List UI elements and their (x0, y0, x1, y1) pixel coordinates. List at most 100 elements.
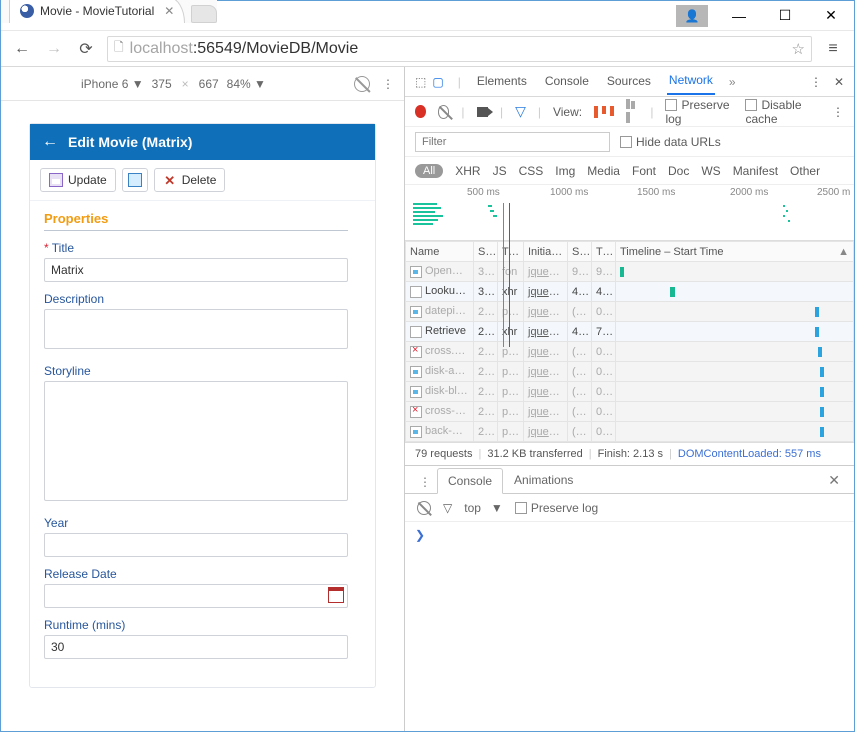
table-row[interactable]: disk-black-…200pn…jquery…(fr…0 … (406, 382, 854, 402)
delete-icon: ✕ (163, 173, 177, 187)
table-row[interactable]: cross.png200pn…jquery…(fr…0 … (406, 342, 854, 362)
storyline-label: Storyline (44, 364, 361, 378)
storyline-input[interactable] (44, 381, 348, 501)
hide-data-urls-checkbox[interactable]: Hide data URLs (620, 135, 721, 149)
table-row[interactable]: OpenSansIt…304fonjquery…95…9 … (406, 262, 854, 282)
type-css[interactable]: CSS (519, 164, 544, 178)
back-arrow-icon[interactable]: ← (42, 133, 58, 151)
tab-sources[interactable]: Sources (605, 70, 653, 94)
type-media[interactable]: Media (587, 164, 620, 178)
console-prompt[interactable]: ❯ (405, 522, 854, 548)
col-size[interactable]: Si… (568, 242, 592, 262)
table-row[interactable]: datepicker-…200pn…jquery…(fr…0 … (406, 302, 854, 322)
type-ws[interactable]: WS (701, 164, 720, 178)
type-font[interactable]: Font (632, 164, 656, 178)
type-all[interactable]: All (415, 164, 443, 178)
table-row[interactable]: Lookup.Ad…304xhrjquery…44…4 … (406, 282, 854, 302)
console-filter-icon[interactable]: ▽ (443, 501, 452, 515)
type-xhr[interactable]: XHR (455, 164, 480, 178)
window-titlebar: Movie - MovieTutorial ✕ 👤 — ☐ ✕ (1, 1, 854, 31)
address-bar: ← → ⟳ 🗋 localhost:56549/MovieDB/Movie ☆ … (1, 31, 854, 67)
maximize-button[interactable]: ☐ (762, 1, 808, 31)
devtools-close-icon[interactable]: ✕ (834, 75, 844, 89)
tab-elements[interactable]: Elements (475, 70, 529, 94)
network-table[interactable]: Name St… Ty… Initiat… Si… Ti… Timeline –… (405, 241, 854, 442)
bookmark-icon[interactable]: ☆ (792, 40, 805, 58)
device-zoom[interactable]: 84% ▼ (227, 77, 266, 91)
preserve-log-checkbox[interactable]: Preserve log (665, 98, 733, 126)
col-name[interactable]: Name (406, 242, 474, 262)
save-icon (49, 173, 63, 187)
description-label: Description (44, 292, 361, 306)
back-button[interactable]: ← (11, 38, 33, 60)
device-select[interactable]: iPhone 6 ▼ (81, 77, 144, 91)
tab-network[interactable]: Network (667, 69, 715, 95)
undo-button[interactable] (122, 168, 148, 192)
favicon-icon (20, 4, 34, 18)
type-img[interactable]: Img (555, 164, 575, 178)
page-info-icon[interactable]: 🗋 (114, 38, 124, 59)
drawer-menu-icon[interactable]: ⋮ (413, 471, 437, 493)
card-title: Edit Movie (Matrix) (68, 134, 192, 150)
table-row[interactable]: cross-script…200pn…jquery…(fr…0 … (406, 402, 854, 422)
table-row[interactable]: back-arrow…200pn…jquery…(fr…0 … (406, 422, 854, 442)
update-button[interactable]: Update (40, 168, 116, 192)
releasedate-label: Release Date (44, 567, 361, 581)
clear-button[interactable] (438, 105, 450, 119)
runtime-input[interactable] (44, 635, 348, 659)
drawer-tab-console[interactable]: Console (437, 468, 503, 494)
screenshot-icon[interactable] (477, 107, 488, 117)
col-status[interactable]: St… (474, 242, 498, 262)
console-clear-icon[interactable] (417, 501, 431, 515)
close-window-button[interactable]: ✕ (808, 1, 854, 31)
year-input[interactable] (44, 533, 348, 557)
tab-console[interactable]: Console (543, 70, 591, 94)
device-height[interactable]: 667 (199, 77, 219, 91)
col-time[interactable]: Ti… (592, 242, 616, 262)
reload-button[interactable]: ⟳ (75, 38, 97, 60)
drawer-close-icon[interactable]: ✕ (822, 468, 846, 493)
rotate-icon[interactable] (354, 76, 370, 92)
new-tab-button[interactable] (191, 5, 217, 23)
tab-close-icon[interactable]: ✕ (164, 4, 174, 18)
overview-icon[interactable] (626, 98, 638, 126)
large-rows-icon[interactable] (594, 106, 614, 118)
col-type[interactable]: Ty… (498, 242, 524, 262)
minimize-button[interactable]: — (716, 1, 762, 31)
forward-button[interactable]: → (43, 38, 65, 60)
table-row[interactable]: disk-arrow-…200pn…jquery…(fr…0 … (406, 362, 854, 382)
console-preserve-checkbox[interactable]: Preserve log (515, 501, 598, 515)
network-menu-icon[interactable]: ⋮ (832, 105, 844, 119)
releasedate-input[interactable] (44, 584, 348, 608)
type-doc[interactable]: Doc (668, 164, 689, 178)
devtools-menu-icon[interactable]: ⋮ (810, 75, 822, 89)
delete-button[interactable]: ✕ Delete (154, 168, 226, 192)
chrome-menu-button[interactable]: ≡ (822, 38, 844, 60)
console-context-select[interactable]: top ▼ (464, 501, 503, 515)
type-js[interactable]: JS (493, 164, 507, 178)
timeline-overview[interactable]: 500 ms 1000 ms 1500 ms 2000 ms 2500 m (405, 185, 854, 241)
filter-toggle-icon[interactable]: ▽ (515, 103, 526, 120)
browser-tab[interactable]: Movie - MovieTutorial ✕ (9, 0, 185, 23)
device-menu-icon[interactable]: ⋮ (382, 77, 394, 91)
description-input[interactable] (44, 309, 348, 349)
device-width[interactable]: 375 (152, 77, 172, 91)
inspect-icon[interactable]: ⬚ (415, 75, 426, 89)
url-input[interactable]: 🗋 localhost:56549/MovieDB/Movie ☆ (107, 36, 812, 62)
chrome-user-icon[interactable]: 👤 (676, 5, 708, 27)
more-tabs-icon[interactable]: » (729, 75, 736, 89)
year-label: Year (44, 516, 361, 530)
type-manifest[interactable]: Manifest (733, 164, 778, 178)
record-button[interactable] (415, 105, 426, 118)
col-timeline[interactable]: Timeline – Start Time▲ (616, 242, 854, 262)
network-filter-input[interactable] (415, 132, 610, 152)
drawer-tab-animations[interactable]: Animations (503, 467, 584, 493)
table-row[interactable]: Retrieve200xhrjquery…49…7 … (406, 322, 854, 342)
device-mode-icon[interactable]: ▢ (432, 75, 443, 89)
title-input[interactable] (44, 258, 348, 282)
edit-movie-card: ← Edit Movie (Matrix) Update ✕ (29, 123, 376, 688)
type-other[interactable]: Other (790, 164, 820, 178)
calendar-icon[interactable] (328, 587, 344, 603)
col-initiator[interactable]: Initiat… (524, 242, 568, 262)
disable-cache-checkbox[interactable]: Disable cache (745, 98, 820, 126)
